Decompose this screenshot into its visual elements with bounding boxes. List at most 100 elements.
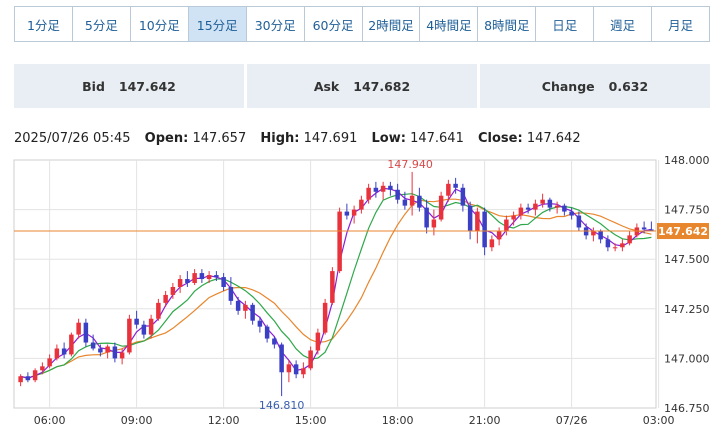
candle [330,267,335,305]
change-label: Change [541,78,595,94]
tab-timeframe-3[interactable]: 15分足 [188,7,247,41]
change-box: Change 0.632 [480,64,710,108]
ohlc-datetime: 2025/07/26 05:45 [14,131,131,146]
candle-body [279,344,284,373]
candle-body [431,219,437,228]
tab-timeframe-2[interactable]: 10分足 [131,7,189,41]
tab-timeframe-7[interactable]: 4時間足 [420,7,479,41]
candle-body [105,346,110,353]
candle-body [257,320,263,327]
candle-body [206,275,212,280]
close-value: 147.642 [526,131,581,146]
candle-body [591,231,596,236]
candle-body [605,239,611,248]
candle [83,318,89,347]
candle-body [90,342,96,349]
candle-body [264,326,270,339]
candle-body [547,199,553,208]
candle-body [373,187,379,192]
candle [127,314,132,355]
price-chart[interactable]: 148.000147.750147.500147.250147.000146.7… [0,150,720,432]
x-tick-label: 03:00 [643,414,675,427]
candle-body [163,294,168,303]
candle-body [286,364,292,373]
candle-body [554,205,560,208]
candle [69,332,74,357]
x-tick-label: 15:00 [295,414,327,427]
candle-body [192,273,197,284]
bid-label: Bid [82,78,105,94]
candle-body [467,205,473,232]
candle-body [221,277,226,287]
candle-body [76,322,81,335]
candle-body [460,187,466,206]
candle-body [424,207,429,228]
ask-label: Ask [313,78,340,94]
candle-body [250,304,255,321]
candle-body [504,219,509,232]
candle [438,191,444,222]
candle-body [366,187,371,200]
candle-body [453,183,458,188]
candle-body [518,207,524,216]
y-tick-label: 147.250 [664,303,710,316]
candle-body [496,231,502,240]
candle-body [69,334,74,355]
tab-timeframe-9[interactable]: 日足 [536,7,595,41]
candle-body [54,348,60,359]
candle-body [170,286,176,295]
candle-body [185,279,190,284]
candle-body [235,300,241,311]
candle-body [409,195,415,206]
candle-body [446,183,451,196]
tab-timeframe-8[interactable]: 8時間足 [478,7,537,41]
x-tick-label: 18:00 [382,414,414,427]
tab-timeframe-11[interactable]: 月足 [652,7,709,41]
candle-body [141,324,147,335]
tab-timeframe-6[interactable]: 2時間足 [363,7,421,41]
candle-body [620,243,625,248]
candle-body [293,364,299,375]
candle-body [511,215,516,220]
candle-body [380,185,386,192]
tab-timeframe-10[interactable]: 週足 [594,7,653,41]
candle-body [525,207,531,210]
tab-timeframe-0[interactable]: 1分足 [15,7,73,41]
candle-body [598,231,603,240]
x-tick-label: 12:00 [208,414,240,427]
ask-box: Ask 147.682 [247,64,477,108]
candle-body [540,199,545,204]
open-label: Open: [144,131,189,146]
candle-body [214,275,219,278]
close-label: Close: [478,131,523,146]
candle-body [228,286,234,301]
candle-body [475,211,480,232]
last-price-label: 147.642 [658,225,708,238]
tab-timeframe-1[interactable]: 5分足 [73,7,131,41]
candle-body [482,211,487,248]
max-price-label: 147.940 [387,158,433,171]
y-tick-label: 147.750 [664,204,710,217]
candle-body [308,350,313,369]
bid-value: 147.642 [118,78,176,94]
tab-timeframe-5[interactable]: 60分足 [305,7,363,41]
high-value: 147.691 [303,131,358,146]
candle [32,368,38,383]
plot-frame [13,159,657,409]
x-tick-label: 09:00 [121,414,153,427]
candle-body [40,366,45,371]
candle-body [344,211,350,216]
candle-body [98,348,103,353]
candle-body [301,368,306,375]
tab-timeframe-4[interactable]: 30分足 [247,7,305,41]
y-tick-label: 147.000 [664,352,710,365]
candle-body [32,370,38,381]
candle-body [359,199,364,210]
high-label: High: [260,131,300,146]
candle-body [177,279,183,287]
candle-body [134,318,139,325]
min-price-label: 146.810 [259,399,305,412]
candle-body [156,302,161,319]
candle-body [489,239,495,248]
candle [337,207,342,274]
